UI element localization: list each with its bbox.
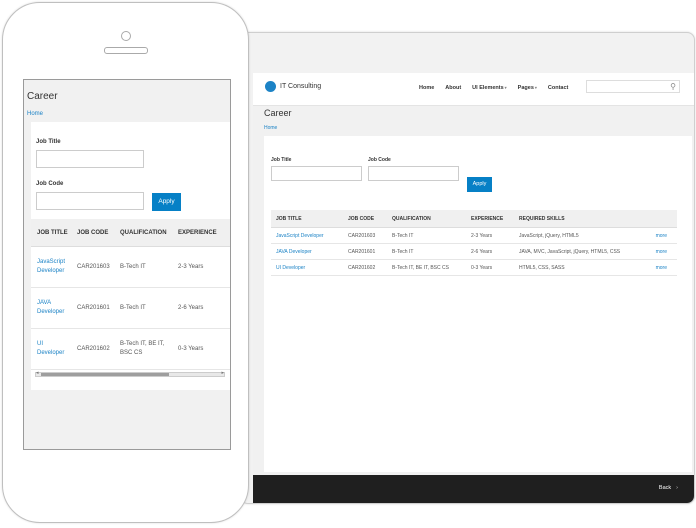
jobs-table: JOB TITLE JOB CODE QUALIFICATION EXPERIE…: [271, 210, 677, 276]
column-header-experience: EXPERIENCE: [466, 210, 514, 228]
back-label: Back: [658, 485, 672, 491]
qualification-cell: B-Tech IT, BE IT, BSC CS: [387, 259, 466, 276]
phone-device: Career Home Job Title Job Code Apply JOB…: [2, 2, 249, 523]
desktop-screen: IT Consulting Home About UI Elements▾ Pa…: [253, 73, 694, 503]
qualification-cell: B-Tech IT: [114, 287, 172, 329]
column-header-job-title: JOB TITLE: [31, 219, 71, 247]
table-row: JAVA Developer CAR201601 B-Tech IT 2-6 Y…: [271, 243, 677, 260]
job-title-link[interactable]: JAVA Developer: [271, 243, 343, 260]
scrollbar-thumb[interactable]: [41, 373, 169, 376]
column-header-job-code: JOB CODE: [343, 210, 387, 228]
nav-item-about[interactable]: About: [445, 85, 461, 91]
nav-item-ui-elements-label: UI Elements: [472, 85, 504, 91]
career-card: Job Title Job Code Apply JOB TITLE JOB C…: [31, 122, 230, 390]
nav-item-pages-label: Pages: [517, 85, 534, 91]
back-button[interactable]: Back ›: [659, 485, 678, 491]
skills-cell: HTML5, CSS, SASS: [514, 259, 645, 276]
logo-circle-icon: [265, 81, 276, 92]
search-icon[interactable]: ⚲: [670, 82, 676, 92]
column-header-qualification: QUALIFICATION: [387, 210, 466, 228]
chevron-down-icon: ▾: [534, 85, 537, 90]
qualification-cell: B-Tech IT: [114, 246, 172, 288]
more-link[interactable]: more: [644, 243, 677, 260]
skills-cell: JavaScript, jQuery, HTML5: [514, 227, 645, 244]
job-title-link[interactable]: UI Developer: [271, 259, 343, 276]
job-code-cell: CAR201603: [343, 227, 387, 244]
job-title-input[interactable]: [271, 166, 362, 181]
page-title: Career: [27, 91, 58, 102]
job-code-input[interactable]: [36, 192, 144, 210]
column-header-job-code: JOB CODE: [71, 219, 114, 247]
horizontal-scrollbar[interactable]: ◂ ▸: [35, 370, 225, 377]
column-header-experience: EXPERIENCE: [172, 219, 230, 247]
site-header: IT Consulting Home About UI Elements▾ Pa…: [253, 73, 694, 106]
main-nav: Home About UI Elements▾ Pages▾ Contact: [419, 85, 579, 91]
jobs-table: JOB TITLE JOB CODE QUALIFICATION EXPERIE…: [31, 219, 230, 370]
experience-cell: 2-6 Years: [466, 243, 514, 260]
chevron-right-icon: ›: [676, 485, 678, 491]
page-title: Career: [264, 108, 292, 118]
apply-button[interactable]: Apply: [467, 177, 492, 192]
table-row: JavaScript Developer CAR201603 B-Tech IT…: [271, 227, 677, 244]
table-row: JavaScript Developer CAR201603 B-Tech IT…: [31, 246, 230, 288]
brand-name: IT Consulting: [280, 83, 322, 90]
table-header-row: JOB TITLE JOB CODE QUALIFICATION EXPERIE…: [31, 219, 230, 247]
search-input[interactable]: ⚲: [586, 80, 680, 93]
job-code-cell: CAR201601: [71, 287, 114, 329]
qualification-cell: B-Tech IT, BE IT, BSC CS: [114, 328, 172, 370]
more-link[interactable]: more: [644, 227, 677, 244]
job-code-label: Job Code: [368, 157, 391, 163]
job-code-label: Job Code: [36, 181, 64, 187]
nav-item-home[interactable]: Home: [419, 85, 434, 91]
scroll-right-arrow-icon[interactable]: ▸: [221, 370, 224, 376]
column-header-job-title: JOB TITLE: [271, 210, 343, 228]
desktop-monitor: IT Consulting Home About UI Elements▾ Pa…: [240, 32, 695, 504]
breadcrumb-home[interactable]: Home: [264, 125, 277, 131]
job-title-link[interactable]: JavaScript Developer: [31, 246, 71, 288]
job-code-input[interactable]: [368, 166, 459, 181]
column-header-qualification: QUALIFICATION: [114, 219, 172, 247]
job-code-cell: CAR201603: [71, 246, 114, 288]
nav-item-pages[interactable]: Pages▾: [518, 85, 537, 91]
table-header-row: JOB TITLE JOB CODE QUALIFICATION EXPERIE…: [271, 210, 677, 228]
table-row: JAVA Developer CAR201601 B-Tech IT 2-6 Y…: [31, 287, 230, 329]
job-title-label: Job Title: [36, 139, 61, 145]
career-card: Job Title Job Code Apply JOB TITLE JOB C…: [264, 136, 692, 472]
job-code-cell: CAR201601: [343, 243, 387, 260]
table-row: UI Developer CAR201602 B-Tech IT, BE IT,…: [31, 328, 230, 370]
mobile-screen: Career Home Job Title Job Code Apply JOB…: [23, 79, 231, 450]
job-title-label: Job Title: [271, 157, 292, 163]
camera-icon: [121, 31, 131, 41]
table-row: UI Developer CAR201602 B-Tech IT, BE IT,…: [271, 259, 677, 276]
experience-cell: 2-3 Years: [466, 227, 514, 244]
chevron-down-icon: ▾: [504, 85, 507, 90]
job-code-cell: CAR201602: [71, 328, 114, 370]
skills-cell: JAVA, MVC, JavaScript, jQuery, HTML5, CS…: [514, 243, 645, 260]
nav-item-ui-elements[interactable]: UI Elements▾: [472, 85, 507, 91]
breadcrumb-home[interactable]: Home: [27, 111, 43, 117]
job-title-link[interactable]: JAVA Developer: [31, 287, 71, 329]
qualification-cell: B-Tech IT: [387, 227, 466, 244]
nav-item-contact[interactable]: Contact: [548, 85, 568, 91]
job-title-link[interactable]: JavaScript Developer: [271, 227, 343, 244]
job-title-link[interactable]: UI Developer: [31, 328, 71, 370]
job-title-input[interactable]: [36, 150, 144, 168]
job-code-cell: CAR201602: [343, 259, 387, 276]
experience-cell: 0-3 Years: [172, 328, 230, 370]
apply-button[interactable]: Apply: [152, 193, 181, 211]
more-link[interactable]: more: [644, 259, 677, 276]
scroll-left-arrow-icon[interactable]: ◂: [36, 370, 39, 376]
speaker-grille: [104, 47, 148, 54]
qualification-cell: B-Tech IT: [387, 243, 466, 260]
brand-logo[interactable]: IT Consulting: [265, 81, 321, 92]
site-footer: Back ›: [253, 475, 694, 503]
experience-cell: 2-3 Years: [172, 246, 230, 288]
column-header-more: [644, 210, 677, 228]
experience-cell: 2-6 Years: [172, 287, 230, 329]
column-header-required-skills: REQUIRED SKILLS: [514, 210, 645, 228]
experience-cell: 0-3 Years: [466, 259, 514, 276]
